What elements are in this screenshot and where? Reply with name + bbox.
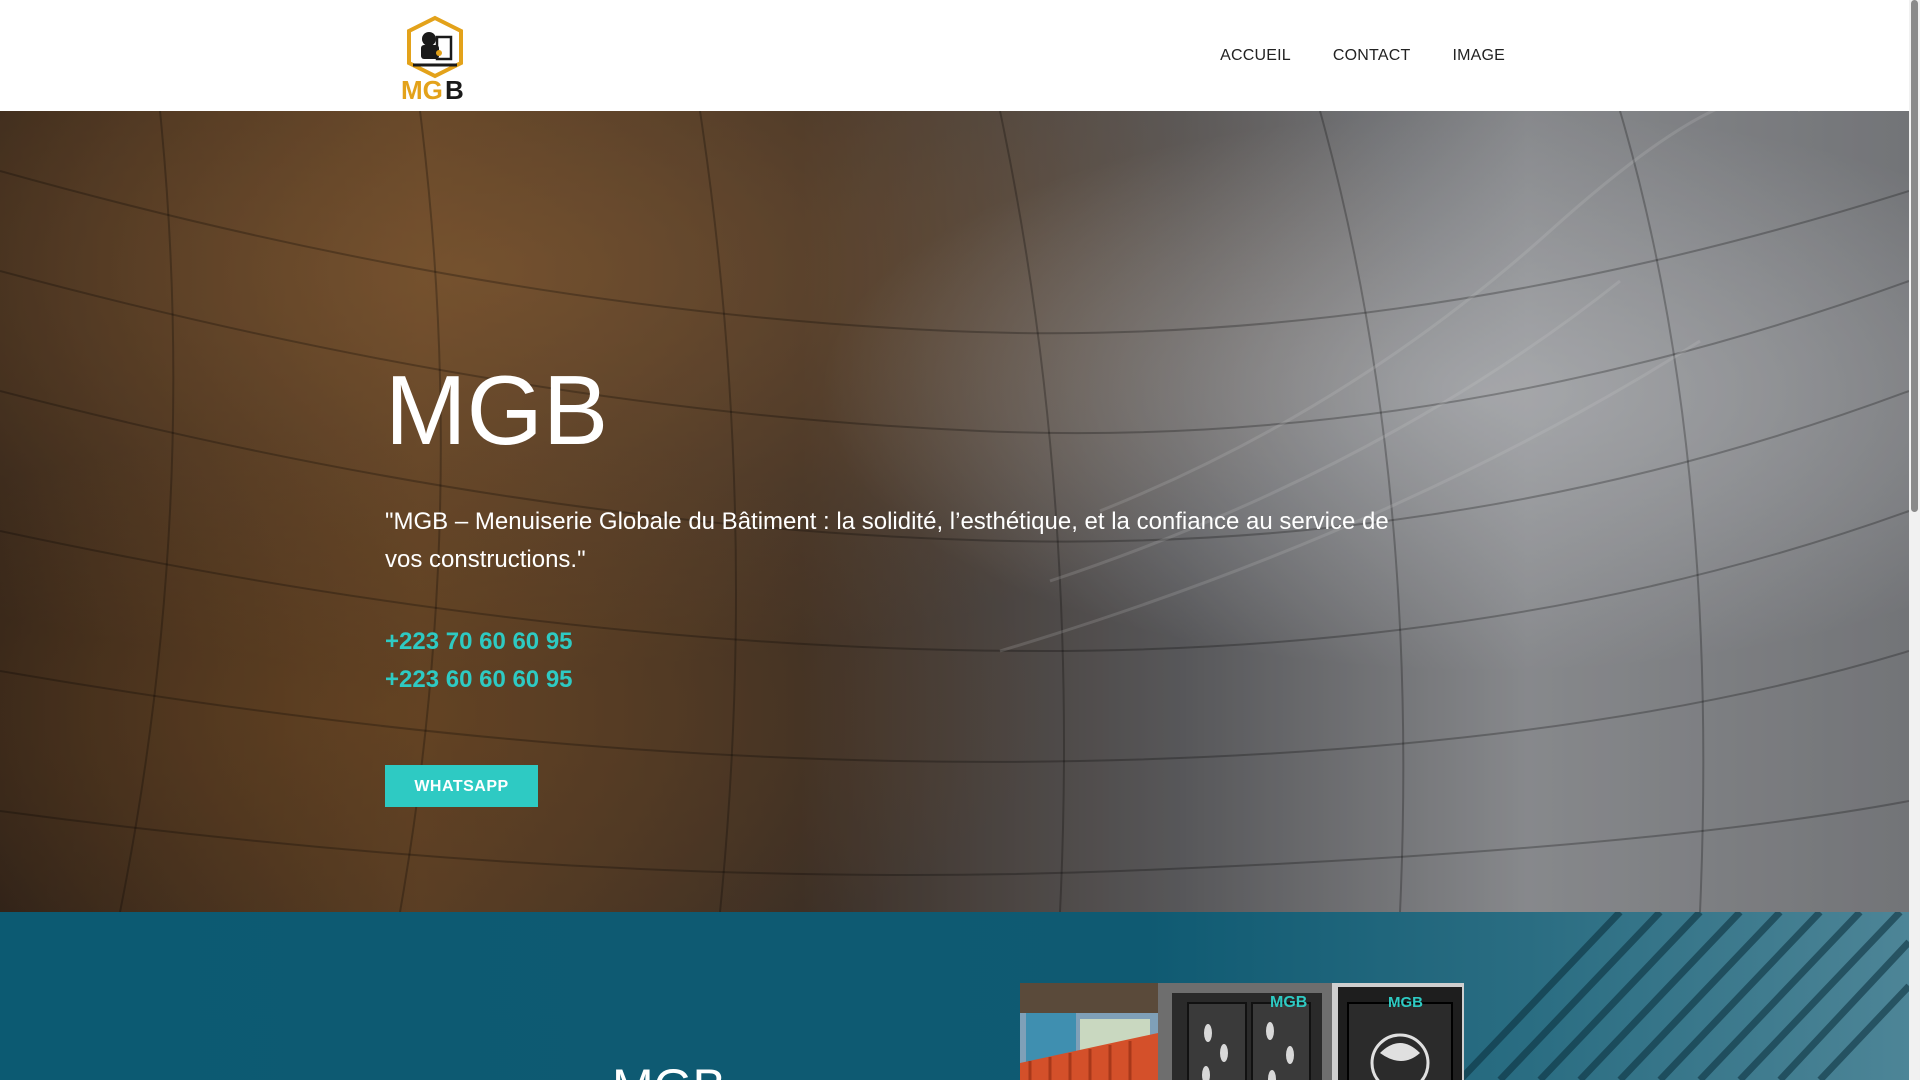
section-title: MGB: [612, 1062, 726, 1080]
mgb-logo[interactable]: MG B: [399, 15, 471, 105]
phone-list: +223 70 60 60 95 +223 60 60 60 95: [385, 623, 1395, 699]
about-section: MGB MGB: [0, 912, 1909, 1080]
storefront-photo: [1020, 983, 1158, 1080]
nav-item-image[interactable]: IMAGE: [1452, 47, 1505, 65]
phone-number-2[interactable]: +223 60 60 60 95: [385, 661, 1395, 699]
nav-item-contact[interactable]: CONTACT: [1333, 47, 1411, 65]
page-scrollbar[interactable]: [1909, 0, 1920, 1080]
svg-text:MGB: MGB: [1388, 994, 1423, 1011]
door-photo-1: MGB: [1158, 983, 1332, 1080]
hero-tagline: "MGB – Menuiserie Globale du Bâtiment : …: [385, 508, 1389, 573]
page: MG B ACCUEIL CONTACT IMAGE MGB "MGB – Me…: [0, 0, 1909, 1080]
gallery-photo-storefront: [1020, 983, 1158, 1080]
nav-item-accueil[interactable]: ACCUEIL: [1220, 47, 1291, 65]
gallery-photo-door-2: MGB: [1332, 983, 1464, 1080]
section-background-image: [0, 912, 1909, 1080]
svg-text:MGB: MGB: [1270, 994, 1307, 1011]
scrollbar-thumb[interactable]: [1911, 0, 1918, 512]
gallery-image[interactable]: MGB MGB: [1020, 983, 1464, 1080]
phone-number-1[interactable]: +223 70 60 60 95: [385, 623, 1395, 661]
hero-section: MGB "MGB – Menuiserie Globale du Bâtimen…: [0, 111, 1909, 912]
whatsapp-button[interactable]: WHATSAPP: [385, 765, 538, 807]
gallery-photo-door-1: MGB: [1158, 983, 1332, 1080]
hero-content: MGB "MGB – Menuiserie Globale du Bâtimen…: [385, 361, 1395, 699]
logo-icon: MG B: [401, 15, 464, 105]
main-nav: ACCUEIL CONTACT IMAGE: [1178, 0, 1505, 111]
svg-text:MG: MG: [401, 75, 443, 103]
door-photo-2: MGB: [1332, 983, 1464, 1080]
svg-text:B: B: [445, 75, 464, 103]
site-header: MG B ACCUEIL CONTACT IMAGE: [0, 0, 1909, 111]
hero-title: MGB: [385, 355, 609, 465]
